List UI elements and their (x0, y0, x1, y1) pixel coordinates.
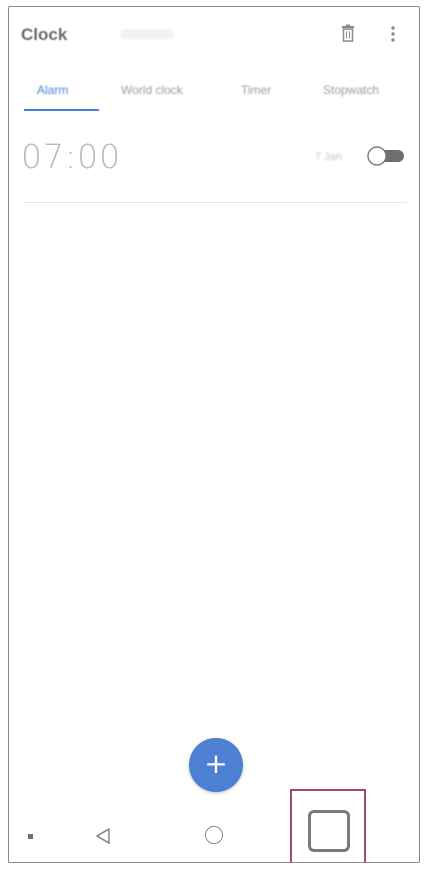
title-ghost (121, 29, 173, 39)
tab-timer[interactable]: Timer (241, 83, 271, 97)
tab-alarm[interactable]: Alarm (37, 83, 68, 97)
alarm-time: 07:00 (21, 137, 122, 176)
more-vert-icon[interactable] (389, 24, 397, 44)
dot-icon (28, 834, 33, 839)
back-icon[interactable] (95, 827, 111, 845)
app-title: Clock (21, 25, 68, 44)
phone-screen: Clock Alarm World clock Timer Stopwatch (8, 6, 420, 863)
alarm-days: 7 Jan (315, 151, 342, 163)
divider (23, 202, 407, 203)
tab-stopwatch[interactable]: Stopwatch (323, 83, 379, 97)
home-icon[interactable] (205, 826, 223, 844)
recent-apps-highlight (290, 789, 366, 862)
app-bar: Clock (9, 7, 419, 63)
alarm-toggle[interactable] (366, 145, 408, 167)
add-alarm-button[interactable]: + (189, 738, 243, 792)
alarm-list-item[interactable]: 07:00 7 Jan (9, 129, 419, 203)
navigation-bar (9, 789, 419, 862)
tab-world-clock[interactable]: World clock (121, 83, 183, 97)
recent-apps-icon[interactable] (308, 810, 350, 852)
active-tab-indicator (24, 109, 99, 111)
trash-icon[interactable] (341, 24, 355, 42)
tab-bar: Alarm World clock Timer Stopwatch (9, 69, 419, 111)
